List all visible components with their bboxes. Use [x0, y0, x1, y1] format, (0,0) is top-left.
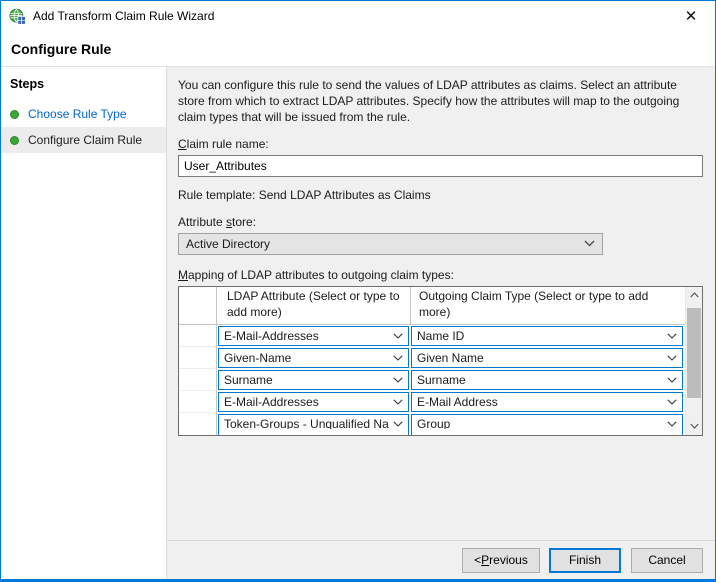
outgoing-claim-type-value: Surname [417, 373, 663, 387]
table-header-ldap-attribute: LDAP Attribute (Select or type to add mo… [217, 287, 411, 324]
chevron-down-icon [584, 240, 595, 247]
step-item-choose-rule-type[interactable]: Choose Rule Type [1, 101, 166, 127]
chevron-down-icon [393, 333, 403, 339]
chevron-down-icon [393, 355, 403, 361]
footer-bar: < Previous Finish Cancel [167, 540, 715, 579]
ldap-attribute-value: E-Mail-Addresses [224, 395, 389, 409]
steps-title: Steps [1, 74, 166, 101]
outgoing-claim-type-combo[interactable]: Group [411, 414, 683, 429]
chevron-down-icon [667, 377, 677, 383]
window-title: Add Transform Claim Rule Wizard [33, 9, 214, 23]
table-header-outgoing-claim-type: Outgoing Claim Type (Select or type to a… [411, 287, 685, 324]
previous-button[interactable]: < Previous [462, 548, 540, 573]
ldap-attribute-combo[interactable]: Given-Name [218, 348, 409, 368]
claim-rule-name-label: Claim rule name: [178, 137, 703, 151]
outgoing-claim-type-combo[interactable]: Given Name [411, 348, 683, 368]
scroll-up-button[interactable] [686, 287, 702, 304]
chevron-down-icon [667, 355, 677, 361]
mapping-label: Mapping of LDAP attributes to outgoing c… [178, 268, 703, 282]
mapping-table-rows: E-Mail-Addresses Name ID Given-Name Given N… [179, 325, 702, 429]
row-selector-cell[interactable] [179, 347, 217, 369]
scrollbar-thumb[interactable] [687, 308, 701, 398]
chevron-down-icon [667, 421, 677, 427]
rule-template-text: Rule template: Send LDAP Attributes as C… [178, 188, 703, 202]
page-title: Configure Rule [1, 31, 715, 67]
mapping-table-header: LDAP Attribute (Select or type to add mo… [179, 287, 702, 325]
row-selector-cell[interactable] [179, 325, 217, 347]
attribute-store-value: Active Directory [186, 237, 584, 251]
ldap-attribute-combo[interactable]: Surname [218, 370, 409, 390]
row-selector-cell[interactable] [179, 429, 217, 435]
outgoing-claim-type-combo[interactable]: Name ID [411, 326, 683, 346]
ldap-attribute-value: Surname [224, 373, 389, 387]
ldap-attribute-combo[interactable] [218, 429, 409, 435]
partial-next-row [179, 429, 702, 435]
outgoing-claim-type-combo[interactable] [411, 429, 683, 435]
chevron-down-icon [393, 399, 403, 405]
step-label: Choose Rule Type [28, 107, 127, 121]
table-row: E-Mail-Addresses Name ID [179, 325, 702, 347]
attribute-store-label: Attribute store: [178, 215, 703, 229]
adfs-app-icon [9, 8, 26, 25]
wizard-window: Add Transform Claim Rule Wizard ✕ Config… [0, 0, 716, 582]
steps-panel: Steps Choose Rule Type Configure Claim R… [1, 67, 167, 579]
outgoing-claim-type-value: Name ID [417, 329, 663, 343]
outgoing-claim-type-value: E-Mail Address [417, 395, 663, 409]
step-label: Configure Claim Rule [28, 133, 142, 147]
chevron-down-icon [690, 423, 699, 429]
chevron-down-icon [393, 377, 403, 383]
row-selector-cell[interactable] [179, 369, 217, 391]
main-area: Steps Choose Rule Type Configure Claim R… [1, 67, 715, 579]
mapping-table: LDAP Attribute (Select or type to add mo… [178, 286, 703, 436]
claim-rule-name-input[interactable] [178, 155, 703, 177]
row-selector-cell[interactable] [179, 391, 217, 413]
finish-button[interactable]: Finish [549, 548, 621, 573]
ldap-attribute-combo[interactable]: Token-Groups - Unqualified Names [218, 414, 409, 429]
table-row: Surname Surname [179, 369, 702, 391]
table-row: E-Mail-Addresses E-Mail Address [179, 391, 702, 413]
ldap-attribute-combo[interactable]: E-Mail-Addresses [218, 326, 409, 346]
chevron-down-icon [393, 421, 403, 427]
outgoing-claim-type-value: Given Name [417, 351, 663, 365]
content-pane: You can configure this rule to send the … [167, 67, 715, 540]
outgoing-claim-type-combo[interactable]: E-Mail Address [411, 392, 683, 412]
description-text: You can configure this rule to send the … [178, 77, 703, 126]
cancel-button[interactable]: Cancel [631, 548, 703, 573]
title-bar[interactable]: Add Transform Claim Rule Wizard ✕ [1, 1, 715, 31]
right-pane: You can configure this rule to send the … [167, 67, 715, 579]
step-status-icon [10, 110, 19, 119]
chevron-down-icon [667, 333, 677, 339]
row-selector-cell[interactable] [179, 413, 217, 429]
attribute-store-select[interactable]: Active Directory [178, 233, 603, 255]
outgoing-claim-type-combo[interactable]: Surname [411, 370, 683, 390]
ldap-attribute-value: Token-Groups - Unqualified Names [224, 417, 389, 429]
row-selector-header-cell [179, 287, 217, 324]
chevron-down-icon [667, 399, 677, 405]
close-icon: ✕ [685, 7, 698, 25]
ldap-attribute-value: E-Mail-Addresses [224, 329, 389, 343]
step-item-configure-claim-rule[interactable]: Configure Claim Rule [1, 127, 166, 153]
chevron-up-icon [690, 292, 699, 298]
scroll-down-button[interactable] [686, 418, 702, 435]
table-row: Token-Groups - Unqualified Names Group [179, 413, 702, 429]
ldap-attribute-combo[interactable]: E-Mail-Addresses [218, 392, 409, 412]
step-status-icon [10, 136, 19, 145]
ldap-attribute-value: Given-Name [224, 351, 389, 365]
outgoing-claim-type-value: Group [417, 417, 663, 429]
close-button[interactable]: ✕ [677, 4, 705, 28]
table-row: Given-Name Given Name [179, 347, 702, 369]
table-scrollbar[interactable] [685, 287, 702, 435]
